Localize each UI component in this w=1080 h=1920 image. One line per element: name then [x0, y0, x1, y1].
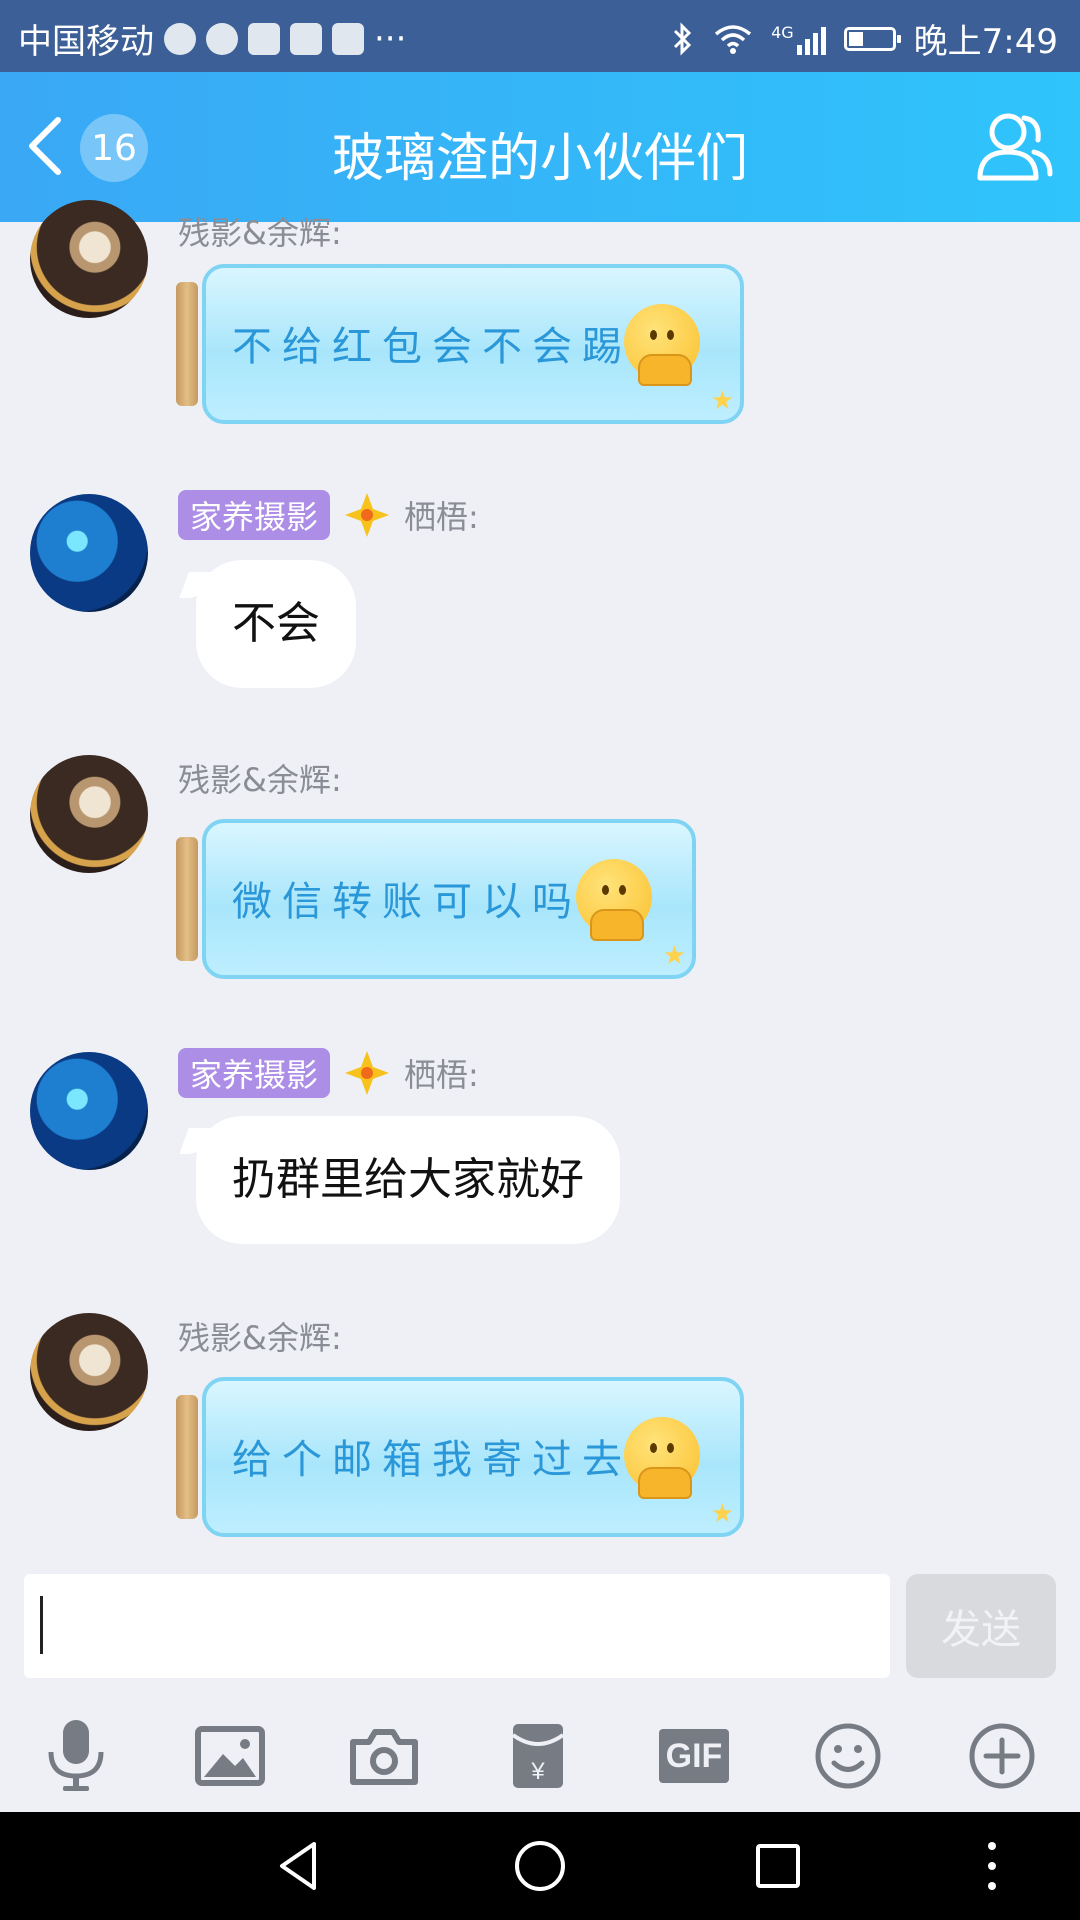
app-notification-icon: [290, 22, 322, 55]
star-sparkle-icon: ★: [662, 941, 686, 971]
sender-name: 残影&余辉:: [178, 208, 342, 254]
radio-notification-icon: [332, 22, 364, 55]
signal-bar: [796, 44, 802, 55]
status-bar: 中国移动 ··· 4G 晚上7:49: [0, 0, 1080, 72]
member-title-tag: 家养摄影: [178, 490, 331, 540]
emoji-hands: [638, 1467, 692, 1499]
message-bubble[interactable]: 扔群里给大家就好: [196, 1116, 620, 1244]
emoji-button[interactable]: [810, 1718, 886, 1794]
microphone-icon: [48, 1720, 104, 1791]
sender-label: 栖梧:: [404, 498, 479, 536]
nav-back-icon[interactable]: [270, 1836, 330, 1896]
message-input[interactable]: [24, 1574, 890, 1678]
signal-bar: [820, 26, 826, 55]
level-star-icon: [345, 1051, 390, 1095]
nav-menu-icon[interactable]: [962, 1836, 1022, 1896]
sender-name: 家养摄影 栖梧:: [178, 490, 479, 540]
input-toolbar: ¥ GIF: [0, 1700, 1080, 1812]
sender-name: 家养摄影 栖梧:: [178, 1048, 479, 1098]
qq-notification-icon: [206, 22, 238, 55]
signal-bar: [804, 38, 810, 55]
red-packet-button[interactable]: ¥: [500, 1718, 576, 1794]
signal-bar: [812, 32, 818, 55]
member-title-tag: 家养摄影: [178, 1048, 331, 1098]
send-button[interactable]: 发送: [906, 1574, 1056, 1678]
image-button[interactable]: [192, 1718, 268, 1794]
avatar[interactable]: [30, 200, 148, 318]
thinking-emoji-icon: [624, 1417, 700, 1499]
bottle-bubble[interactable]: 给个邮箱我寄过去 ★: [176, 1377, 744, 1537]
status-right: 4G 晚上7:49: [671, 14, 1058, 63]
sender-label: 残影&余辉:: [178, 761, 342, 799]
text-caret: [40, 1596, 43, 1654]
nav-home-icon[interactable]: [510, 1836, 570, 1896]
message-item: 残影&余辉: 微信转账可以吗 ★: [0, 755, 1080, 1005]
message-item: 残影&余辉: 给个邮箱我寄过去 ★: [0, 1313, 1080, 1563]
more-button[interactable]: [964, 1718, 1040, 1794]
emoji-icon: [815, 1723, 881, 1789]
camera-icon: [350, 1729, 418, 1785]
sender-name: 残影&余辉:: [178, 1313, 342, 1359]
system-nav-bar: [0, 1812, 1080, 1920]
gif-icon: GIF: [659, 1729, 729, 1783]
emoji-hands: [590, 909, 644, 941]
message-text: 扔群里给大家就好: [232, 1154, 584, 1205]
plus-icon: [969, 1723, 1035, 1789]
message-text: 不给红包会不会踢: [232, 324, 632, 370]
star-sparkle-icon: ★: [710, 386, 734, 416]
weather-icon: [164, 22, 196, 55]
message-text: 给个邮箱我寄过去: [232, 1437, 632, 1483]
more-notifications-icon: ···: [374, 18, 407, 59]
message-item: 家养摄影 栖梧: 不会: [0, 490, 1080, 710]
clock: 晚上7:49: [913, 22, 1058, 62]
sender-label: 残影&余辉:: [178, 1319, 342, 1357]
sender-name: 残影&余辉:: [178, 755, 342, 801]
level-star-icon: [345, 493, 390, 537]
nav-recents-icon[interactable]: [748, 1836, 808, 1896]
thinking-emoji-icon: [624, 304, 700, 386]
status-left: 中国移动 ···: [18, 14, 406, 63]
avatar[interactable]: [30, 755, 148, 873]
bottle-bubble[interactable]: 不给红包会不会踢 ★: [176, 264, 744, 424]
message-bubble[interactable]: 不会: [196, 560, 356, 688]
gif-button[interactable]: GIF: [656, 1718, 732, 1794]
network-type-label: 4G: [771, 22, 794, 42]
star-sparkle-icon: ★: [710, 1499, 734, 1529]
battery-level: [848, 31, 863, 46]
input-bar: 发送: [0, 1572, 1080, 1682]
thinking-emoji-icon: [576, 859, 652, 941]
bottle-bubble[interactable]: 微信转账可以吗 ★: [176, 819, 696, 979]
avatar[interactable]: [30, 494, 148, 612]
message-text: 不会: [232, 598, 320, 649]
voice-button[interactable]: [38, 1718, 114, 1794]
svg-text:¥: ¥: [530, 1758, 545, 1785]
message-text: 微信转账可以吗: [232, 879, 582, 925]
bluetooth-icon: [674, 21, 692, 56]
image-icon: [195, 1726, 265, 1786]
message-item: 残影&余辉: 不给红包会不会踢 ★: [0, 160, 1080, 430]
avatar[interactable]: [30, 1313, 148, 1431]
avatar[interactable]: [30, 1052, 148, 1170]
cellular-icon: 4G: [771, 23, 826, 55]
wifi-icon: [714, 24, 752, 54]
carrier-label: 中国移动: [18, 22, 154, 62]
camera-button[interactable]: [346, 1718, 422, 1794]
sender-label: 残影&余辉:: [178, 214, 342, 252]
bottle-cork: [176, 837, 198, 961]
video-notification-icon: [248, 22, 280, 55]
sender-label: 栖梧:: [404, 1056, 479, 1094]
red-packet-icon: ¥: [511, 1724, 565, 1788]
gif-label: GIF: [665, 1736, 723, 1775]
bottle-cork: [176, 1395, 198, 1519]
battery-icon: [843, 26, 901, 51]
emoji-hands: [638, 354, 692, 386]
message-item: 家养摄影 栖梧: 扔群里给大家就好: [0, 1048, 1080, 1268]
bottle-cork: [176, 282, 198, 406]
